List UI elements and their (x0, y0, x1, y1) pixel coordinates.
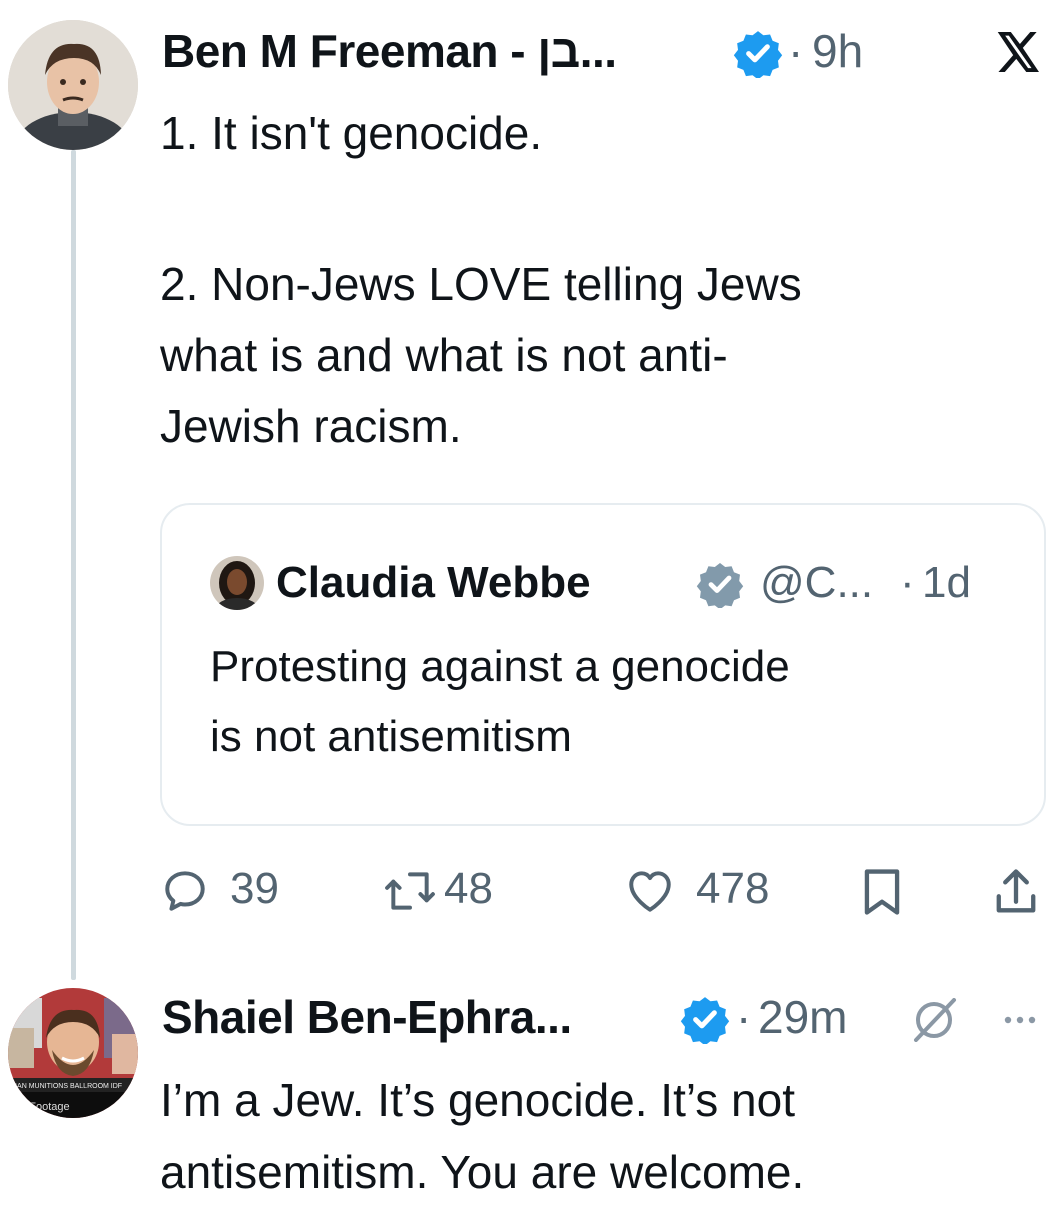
reply-line: antisemitism. You are welcome. (160, 1146, 805, 1198)
like-icon (629, 871, 671, 912)
reply-button[interactable]: 39 (160, 862, 310, 922)
svg-text:ne Footage: ne Footage (14, 1101, 70, 1113)
reply-count: 39 (230, 864, 279, 913)
quoted-line: is not antisemitism (210, 712, 572, 761)
post-time[interactable]: 9h (812, 24, 863, 78)
share-icon (996, 869, 1036, 913)
quoted-tweet-text: Protesting against a genocide is not ant… (210, 632, 1030, 772)
like-count: 478 (696, 864, 770, 913)
quoted-author-avatar (210, 556, 264, 610)
repost-button[interactable]: 48 (382, 862, 542, 922)
reply-time-separator: · (736, 991, 752, 1043)
quoted-time-separator: · (900, 558, 915, 607)
more-icon[interactable] (998, 1010, 1042, 1030)
quoted-post-time: 1d (922, 558, 971, 607)
reply-text: I’m a Jew. It’s genocide. It’s not antis… (160, 1064, 1050, 1208)
bookmark-icon (864, 869, 900, 915)
gray-verified-badge-icon (696, 560, 744, 610)
reply-author-avatar[interactable]: RAN MUNITIONS BALLROOM IDF ne Footage (8, 988, 138, 1118)
author-avatar[interactable] (8, 20, 138, 150)
tweet-line: 2. Non-Jews LOVE telling Jews (160, 258, 802, 310)
svg-text:RAN MUNITIONS BALLROOM IDF: RAN MUNITIONS BALLROOM IDF (12, 1083, 122, 1090)
thread-connector-line (71, 150, 76, 980)
repost-icon (385, 872, 435, 910)
tweet-line: Jewish racism. (160, 400, 462, 452)
reply-line: I’m a Jew. It’s genocide. It’s not (160, 1074, 795, 1126)
tweet-text: 1. It isn't genocide. 2. Non-Jews LOVE t… (160, 98, 1040, 462)
x-logo-icon (997, 32, 1041, 72)
quoted-line: Protesting against a genocide (210, 642, 790, 691)
muted-icon (908, 998, 964, 1042)
repost-count: 48 (444, 864, 493, 913)
tweet-line: 1. It isn't genocide. (160, 107, 543, 159)
quoted-author-name: Claudia Webbe (276, 558, 591, 607)
verified-badge-icon (680, 994, 730, 1046)
like-button[interactable]: 478 (622, 862, 802, 922)
verified-badge-icon (733, 28, 783, 80)
tweet-line: what is and what is not anti- (160, 329, 728, 381)
author-name[interactable]: Ben M Freeman - ‏בן... (162, 24, 617, 78)
share-button[interactable] (990, 864, 1042, 922)
post-time-separator: · (788, 25, 804, 77)
reply-post-time[interactable]: 29m (758, 990, 847, 1044)
reply-author-name[interactable]: Shaiel Ben-Ephra... (162, 990, 572, 1044)
bookmark-button[interactable] (856, 864, 908, 922)
quoted-author-handle: @C... (760, 558, 874, 607)
reply-icon (165, 871, 205, 911)
